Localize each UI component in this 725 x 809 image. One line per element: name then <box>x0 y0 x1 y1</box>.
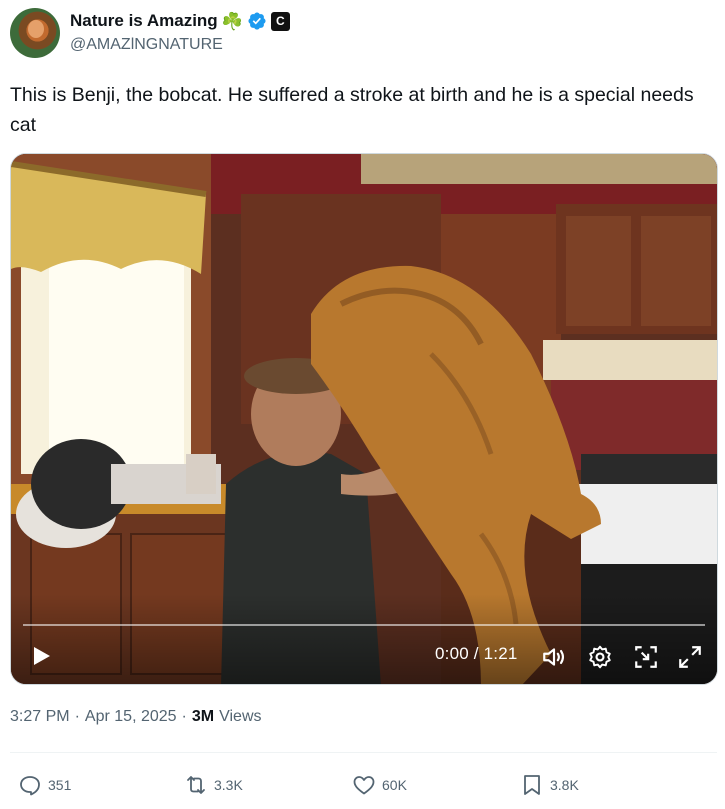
reply-count: 351 <box>48 777 72 793</box>
like-button[interactable]: 60K <box>352 768 407 802</box>
reply-icon <box>20 776 40 796</box>
tweet-date[interactable]: Apr 15, 2025 <box>85 708 177 726</box>
repost-button[interactable]: 3.3K <box>184 768 243 802</box>
affiliate-badge[interactable]: C <box>270 11 290 31</box>
video-time: 0:00 / 1:21 <box>435 644 518 663</box>
repost-count: 3.3K <box>214 777 243 793</box>
tweet-actions: 351 3.3K 60K 3.8K <box>0 768 725 802</box>
like-count: 60K <box>382 777 407 793</box>
pip-icon[interactable] <box>633 644 659 670</box>
bookmark-button[interactable]: 3.8K <box>520 768 579 802</box>
avatar[interactable] <box>10 8 60 58</box>
play-icon[interactable] <box>29 644 53 668</box>
author-name-row: Nature is Amazing ☘️ C <box>70 10 290 32</box>
verified-badge-icon[interactable] <box>247 11 267 31</box>
meta-separator: · <box>74 708 80 725</box>
volume-icon[interactable] <box>541 644 567 670</box>
video-progress-bar[interactable] <box>23 624 705 626</box>
views-count: 3M <box>191 708 215 725</box>
bookmark-icon <box>524 775 540 795</box>
reply-button[interactable]: 351 <box>18 768 71 802</box>
divider <box>10 752 717 753</box>
heart-icon <box>353 776 375 795</box>
author-handle[interactable]: @AMAZlNGNATURE <box>70 36 223 54</box>
settings-icon[interactable] <box>587 644 613 670</box>
tweet-meta: 3:27 PM · Apr 15, 2025 · 3M Views <box>10 708 262 726</box>
clover-emoji: ☘️ <box>221 11 243 31</box>
author-name[interactable]: Nature is Amazing <box>70 11 218 31</box>
video-player[interactable]: 0:00 / 1:21 <box>10 153 718 685</box>
tweet-time[interactable]: 3:27 PM <box>10 708 70 726</box>
fullscreen-icon[interactable] <box>677 644 703 670</box>
views-label: Views <box>219 708 262 725</box>
video-frame <box>11 154 717 684</box>
repost-icon <box>187 776 205 794</box>
tweet-text: This is Benji, the bobcat. He suffered a… <box>10 84 694 136</box>
meta-separator: · <box>181 708 187 725</box>
tweet-header: Nature is Amazing ☘️ C @AMAZlNGNATURE <box>10 8 715 62</box>
bookmark-count: 3.8K <box>550 777 579 793</box>
video-controls: 0:00 / 1:21 <box>11 614 717 684</box>
